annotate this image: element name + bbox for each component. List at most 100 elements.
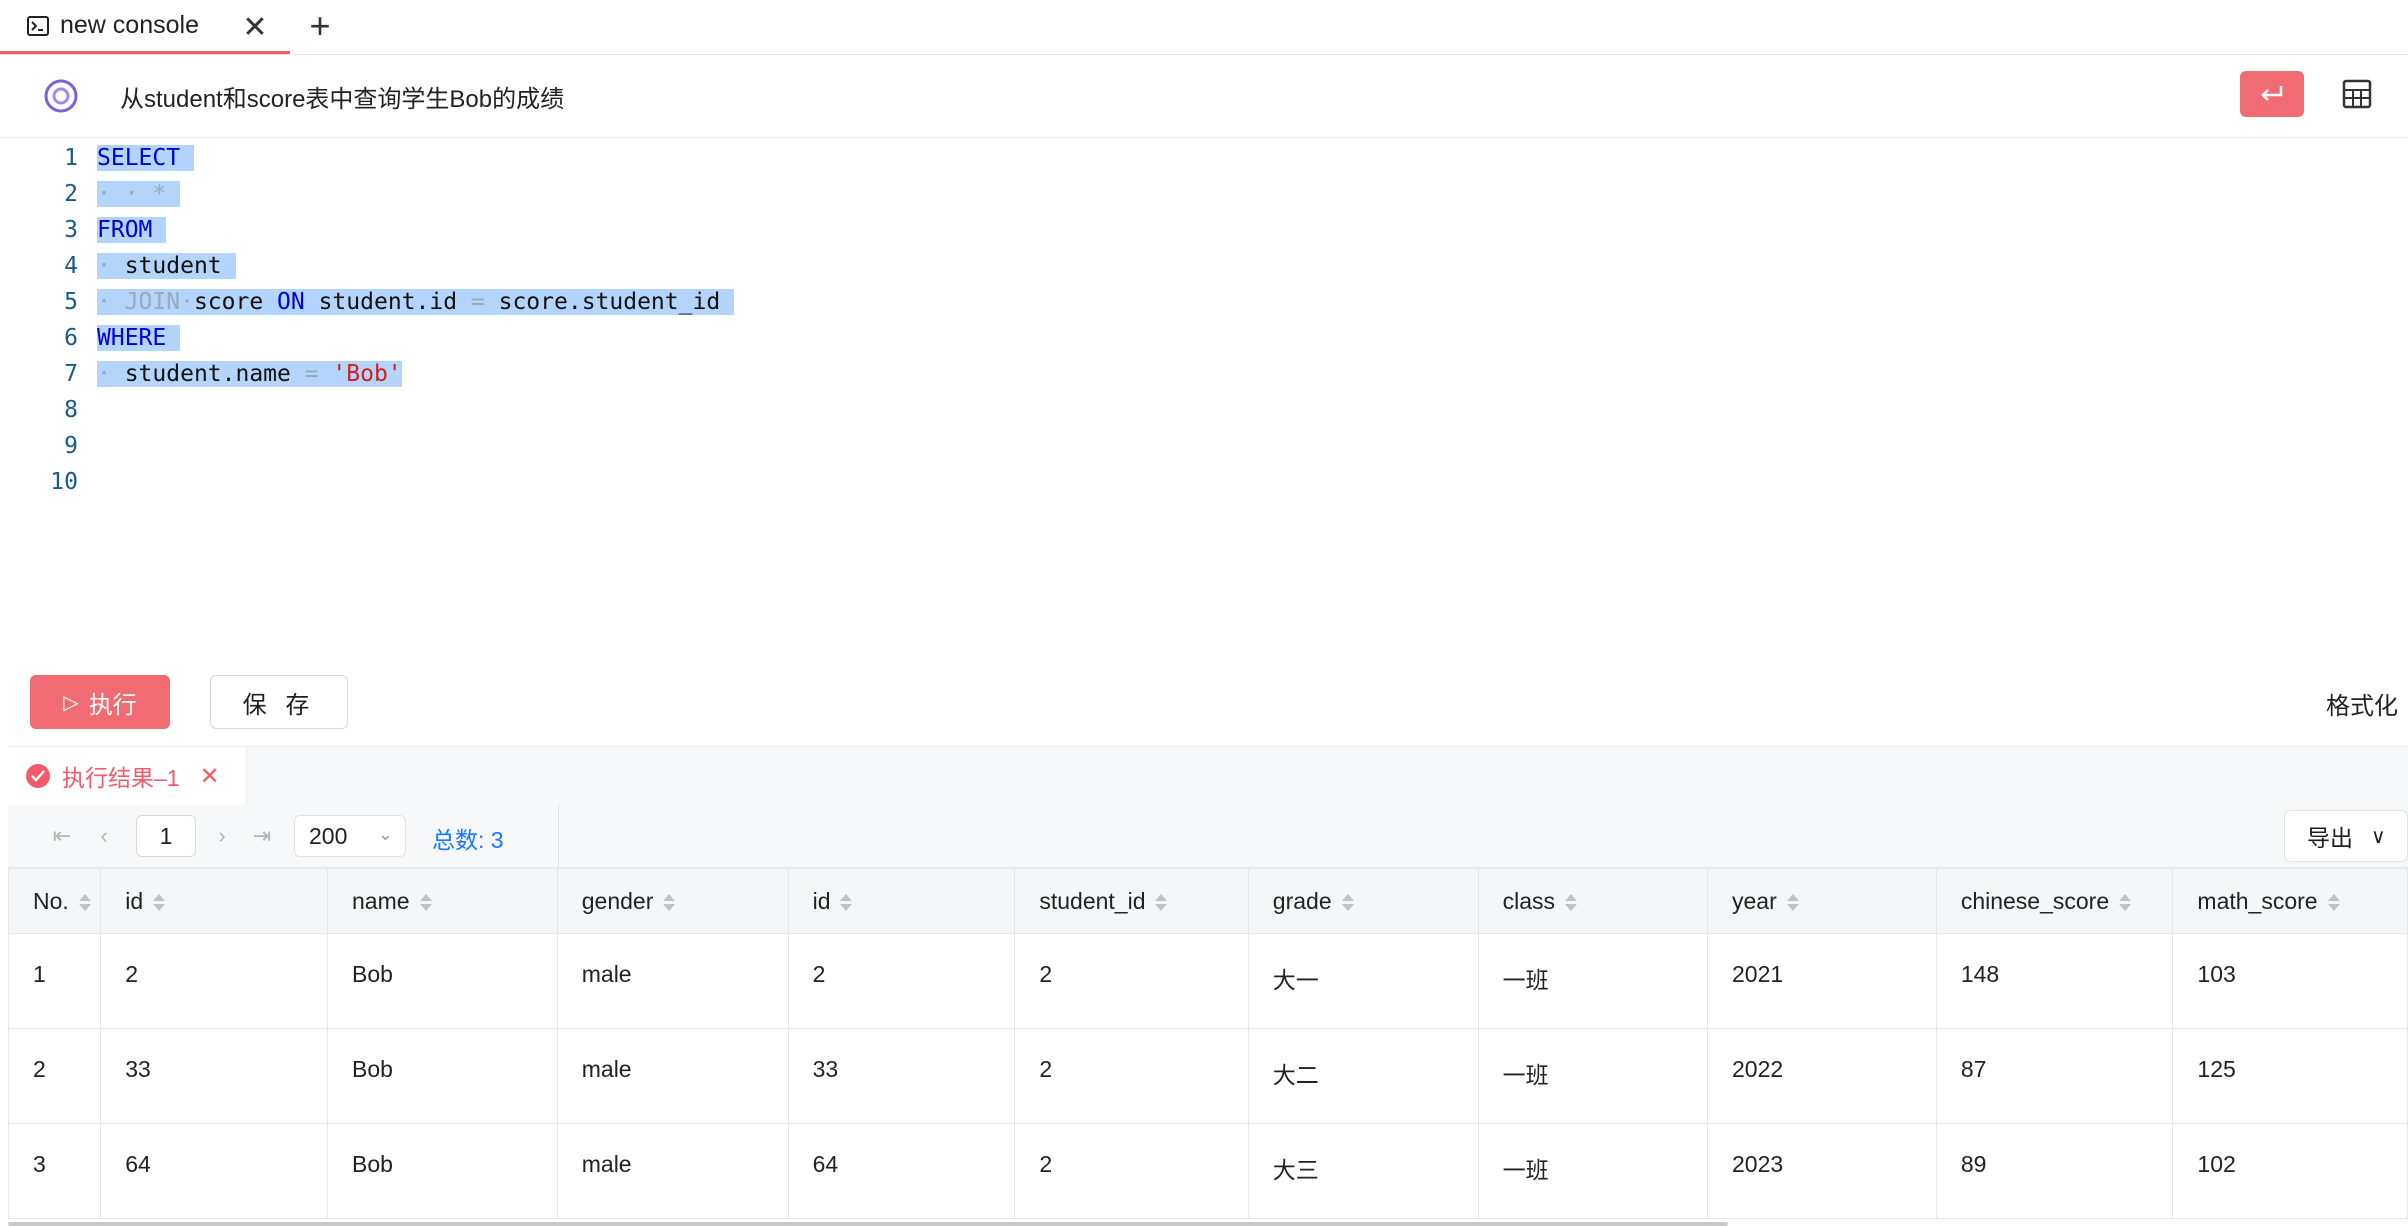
play-icon: ▷: [63, 691, 79, 714]
table-cell[interactable]: 125: [2172, 1028, 2408, 1124]
column-header-label: year: [1732, 887, 1777, 914]
code-line: · · *: [97, 176, 181, 212]
first-page-icon[interactable]: ⇤: [48, 821, 76, 851]
table-cell[interactable]: 2: [8, 1028, 102, 1124]
table-cell[interactable]: 大三: [1247, 1123, 1479, 1219]
page-input[interactable]: 1: [136, 815, 196, 857]
run-button[interactable]: ▷ 执行: [30, 675, 170, 729]
line-number: 2: [64, 181, 78, 207]
page-size-select[interactable]: 200 ⌄: [294, 815, 406, 857]
column-header[interactable]: math_score: [2172, 868, 2408, 934]
table-cell[interactable]: 一班: [1477, 1123, 1709, 1219]
column-header-label: student_id: [1039, 887, 1146, 914]
close-icon[interactable]: ✕: [200, 762, 220, 791]
table-cell[interactable]: 64: [787, 1123, 1016, 1219]
table-cell[interactable]: 2: [1014, 933, 1249, 1029]
horizontal-scrollbar[interactable]: [8, 1222, 1728, 1226]
table-cell[interactable]: 103: [2172, 933, 2408, 1029]
submit-query-button[interactable]: [2240, 71, 2304, 117]
column-header-label: class: [1502, 887, 1556, 914]
table-cell[interactable]: Bob: [326, 1123, 558, 1219]
table-cell[interactable]: 89: [1935, 1123, 2174, 1219]
code-token: WHERE: [97, 325, 167, 351]
column-header-label: id: [812, 887, 831, 914]
sort-icon[interactable]: [1786, 893, 1799, 911]
sort-icon[interactable]: [840, 893, 853, 911]
column-header[interactable]: id: [787, 868, 1016, 934]
column-header-label: chinese_score: [1960, 887, 2110, 914]
table-cell[interactable]: 64: [100, 1123, 328, 1219]
column-header[interactable]: No.: [8, 868, 102, 934]
run-label: 执行: [88, 691, 137, 719]
sort-icon[interactable]: [1341, 893, 1354, 911]
table-cell[interactable]: 大一: [1247, 933, 1479, 1029]
sort-icon[interactable]: [78, 893, 91, 911]
column-header[interactable]: gender: [556, 868, 789, 934]
code-token: · · *: [97, 181, 167, 207]
column-header[interactable]: year: [1707, 868, 1937, 934]
column-header-label: name: [351, 887, 410, 914]
table-cell[interactable]: 33: [787, 1028, 1016, 1124]
sort-icon[interactable]: [153, 893, 166, 911]
table-cell[interactable]: male: [556, 1028, 789, 1124]
code-token: score: [193, 289, 278, 315]
column-header[interactable]: class: [1477, 868, 1709, 934]
column-header[interactable]: grade: [1247, 868, 1479, 934]
table-icon[interactable]: [2342, 79, 2374, 111]
sort-icon[interactable]: [2327, 893, 2340, 911]
ai-assistant-icon[interactable]: [44, 79, 78, 113]
table-row[interactable]: 2 33 Bob male 33 2 大二 一班 2022 87 125: [8, 1028, 2408, 1124]
line-number: 8: [64, 397, 78, 423]
table-cell[interactable]: 2021: [1707, 933, 1937, 1029]
table-cell[interactable]: 148: [1935, 933, 2174, 1029]
table-cell[interactable]: 3: [8, 1123, 102, 1219]
table-cell[interactable]: 一班: [1477, 933, 1709, 1029]
table-cell[interactable]: 2: [787, 933, 1016, 1029]
table-cell[interactable]: 2: [1014, 1028, 1249, 1124]
code-line: · JOIN·score ON student.id = score.stude…: [97, 284, 735, 320]
table-cell[interactable]: 1: [8, 933, 102, 1029]
table-cell[interactable]: 102: [2172, 1123, 2408, 1219]
column-header[interactable]: id: [100, 868, 328, 934]
column-header[interactable]: name: [326, 868, 558, 934]
table-cell[interactable]: Bob: [326, 1028, 558, 1124]
chevron-down-icon: ⌄: [377, 824, 393, 844]
add-tab-icon[interactable]: +: [300, 5, 340, 46]
table-row[interactable]: 3 64 Bob male 64 2 大三 一班 2023 89 102: [8, 1123, 2408, 1219]
format-button[interactable]: 格式化: [2326, 686, 2398, 721]
total-count: 总数: 3: [432, 827, 504, 853]
tab-close-icon[interactable]: ✕: [240, 10, 270, 44]
prev-page-icon[interactable]: ‹: [90, 821, 118, 851]
sort-icon[interactable]: [1155, 893, 1168, 911]
column-header[interactable]: chinese_score: [1935, 868, 2174, 934]
column-header[interactable]: student_id: [1014, 868, 1249, 934]
table-cell[interactable]: Bob: [326, 933, 558, 1029]
line-number: 3: [64, 217, 78, 243]
next-page-icon[interactable]: ›: [208, 821, 236, 851]
table-cell[interactable]: 33: [100, 1028, 328, 1124]
table-cell[interactable]: 2023: [1707, 1123, 1937, 1219]
table-cell[interactable]: 87: [1935, 1028, 2174, 1124]
table-cell[interactable]: 2: [1014, 1123, 1249, 1219]
line-number: 7: [64, 361, 78, 387]
table-cell[interactable]: male: [556, 1123, 789, 1219]
table-cell[interactable]: male: [556, 933, 789, 1029]
last-page-icon[interactable]: ⇥: [248, 821, 276, 851]
sort-icon[interactable]: [663, 893, 676, 911]
code-line: FROM: [97, 212, 167, 248]
sort-icon[interactable]: [1565, 893, 1578, 911]
sort-icon[interactable]: [419, 893, 432, 911]
sort-icon[interactable]: [2119, 893, 2132, 911]
table-cell[interactable]: 大二: [1247, 1028, 1479, 1124]
export-button[interactable]: 导出 ∨: [2284, 810, 2408, 862]
column-header-label: id: [125, 887, 144, 914]
table-cell[interactable]: 一班: [1477, 1028, 1709, 1124]
save-button[interactable]: 保 存: [210, 675, 348, 729]
result-tab[interactable]: 执行结果–1 ✕: [8, 747, 247, 805]
table-cell[interactable]: 2: [100, 933, 328, 1029]
sql-editor[interactable]: 1 2 3 4 5 6 7 8 9 10 SELECT · · * FROM · student …: [0, 140, 2408, 660]
code-token: 'Bob': [332, 361, 402, 387]
table-cell[interactable]: 2022: [1707, 1028, 1937, 1124]
tab-label: new console: [60, 11, 199, 39]
table-row[interactable]: 1 2 Bob male 2 2 大一 一班 2021 148 103: [8, 933, 2408, 1029]
